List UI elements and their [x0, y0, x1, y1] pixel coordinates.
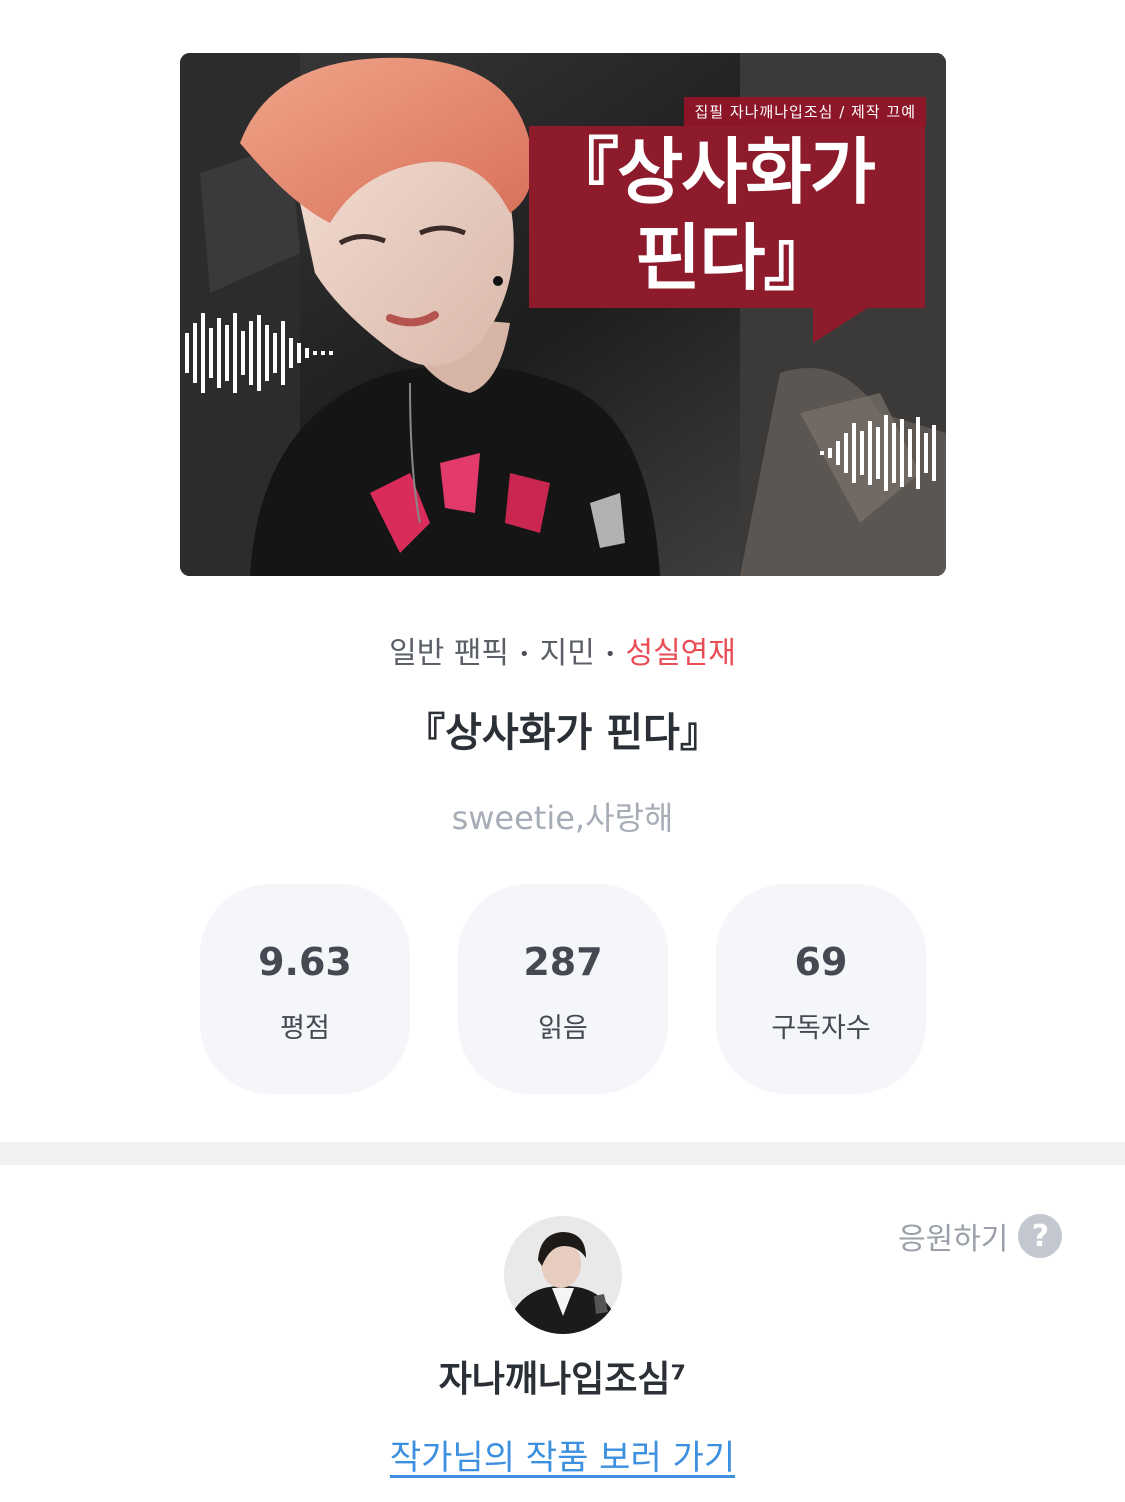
author-name[interactable]: 자나깨나입조심⁷	[0, 1350, 1125, 1402]
character-label: 지민	[539, 636, 595, 671]
work-meta-line: 일반 팬픽 • 지민 • 성실연재	[0, 628, 1125, 672]
stat-subscribers: 69 구독자수	[716, 884, 926, 1094]
section-divider	[0, 1142, 1125, 1165]
stats-row: 9.63 평점 287 읽음 69 구독자수	[200, 884, 926, 1094]
cheer-button[interactable]: 응원하기 ?	[898, 1212, 1063, 1260]
serialization-status: 성실연재	[625, 636, 736, 671]
stat-label: 구독자수	[771, 1013, 871, 1044]
meta-separator: •	[519, 644, 530, 665]
stat-reads: 287 읽음	[458, 884, 668, 1094]
cover-title-banner: 『상사화가 핀다』	[529, 126, 925, 308]
stat-label: 읽음	[538, 1013, 588, 1044]
stat-rating: 9.63 평점	[200, 884, 410, 1094]
cover-banner-tail	[813, 307, 869, 343]
genre-label: 일반 팬픽	[389, 636, 510, 671]
author-works-link[interactable]: 작가님의 작품 보러 가기	[0, 1430, 1125, 1479]
work-title: 『상사화가 핀다』	[405, 710, 720, 756]
cover-title-line1: 『상사화가	[547, 130, 876, 214]
avatar-image	[504, 1216, 622, 1334]
work-tags: sweetie,사랑해	[451, 799, 674, 837]
cover-credit-text: 집필 자나깨나입조심 / 제작 끄예	[684, 97, 926, 126]
cheer-label: 응원하기	[898, 1222, 1009, 1257]
stat-value: 69	[794, 940, 848, 984]
cover-image: 집필 자나깨나입조심 / 제작 끄예 『상사화가 핀다』	[180, 53, 946, 576]
author-avatar[interactable]	[504, 1216, 622, 1334]
stat-value: 9.63	[258, 940, 352, 984]
stat-value: 287	[523, 940, 603, 984]
help-icon[interactable]: ?	[1018, 1214, 1063, 1258]
stat-label: 평점	[280, 1013, 330, 1044]
meta-separator: •	[604, 644, 616, 665]
cover-title-line2: 핀다』	[635, 216, 835, 300]
